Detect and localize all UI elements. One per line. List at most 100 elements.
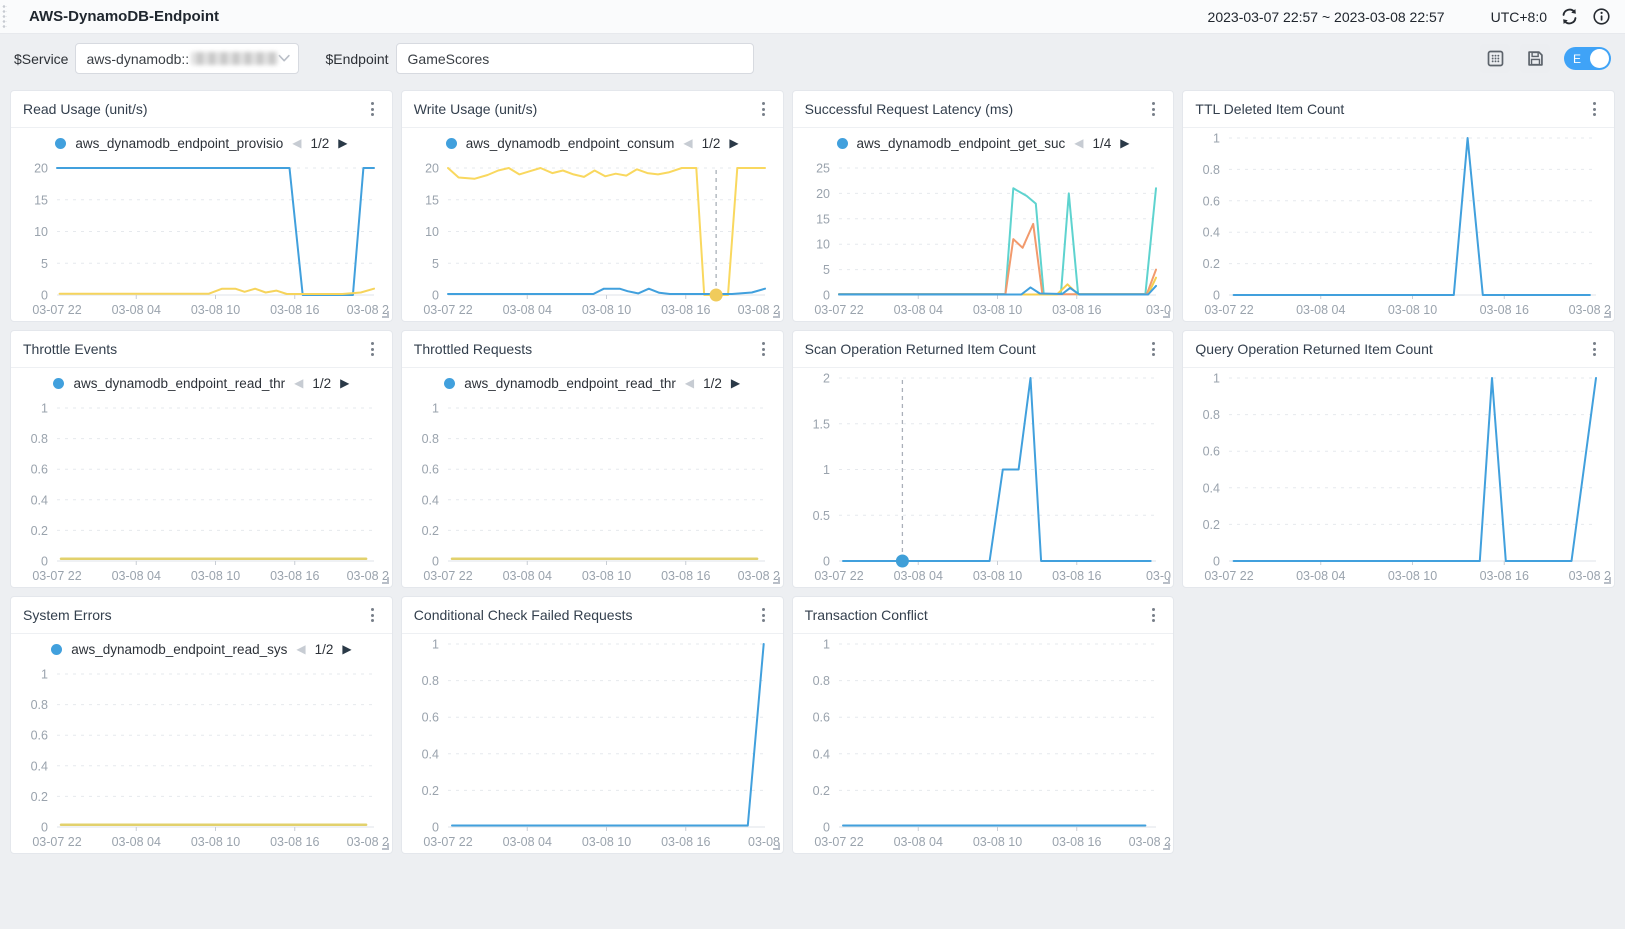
panel-resize-handle[interactable] — [1163, 843, 1170, 850]
series-line-ttl-blue — [1234, 138, 1590, 295]
panel-resize-handle[interactable] — [382, 843, 389, 850]
line-chart[interactable]: 00.20.40.60.8103-07 2203-08 0403-08 1003… — [1183, 368, 1614, 587]
panel-menu-button[interactable] — [756, 98, 771, 120]
panel-menu-button[interactable] — [1146, 604, 1161, 626]
panel-menu-button[interactable] — [1146, 338, 1161, 360]
x-axis-tick-label: 03-08 10 — [972, 835, 1021, 849]
panel-resize-handle[interactable] — [1604, 311, 1611, 318]
legend-prev-icon[interactable]: ◀ — [1074, 137, 1083, 149]
panel-resize-handle[interactable] — [1163, 577, 1170, 584]
x-axis-tick-label: 03-08 16 — [661, 303, 710, 317]
x-axis-tick-label: 03-08 16 — [1480, 569, 1529, 583]
legend-next-icon[interactable]: ▶ — [338, 137, 347, 149]
panel-resize-handle[interactable] — [773, 311, 780, 318]
series-color-dot — [55, 138, 66, 149]
chart-canvas[interactable]: 051015202503-07 2203-08 0403-08 1003-08 … — [793, 158, 1174, 321]
series-line-query-blue — [1234, 378, 1596, 561]
chart-canvas[interactable]: 00.20.40.60.8103-07 2203-08 0403-08 1003… — [11, 664, 392, 853]
panel-resize-handle[interactable] — [382, 577, 389, 584]
chart-canvas[interactable]: 00.20.40.60.8103-07 2203-08 0403-08 1003… — [1183, 128, 1614, 321]
y-axis-tick-label: 1.5 — [812, 417, 829, 431]
dotted-grid-icon — [1487, 50, 1504, 67]
legend-next-icon[interactable]: ▶ — [340, 377, 349, 389]
edit-toggle[interactable]: E — [1564, 47, 1611, 70]
y-axis-tick-label: 0.2 — [31, 524, 48, 538]
x-axis-tick-label: 03-08 04 — [502, 835, 551, 849]
panel-menu-button[interactable] — [1587, 338, 1602, 360]
chart-canvas[interactable]: 00.20.40.60.8103-07 2203-08 0403-08 1003… — [1183, 368, 1614, 587]
panel-resize-handle[interactable] — [1604, 577, 1611, 584]
time-range[interactable]: 2023-03-07 22:57 ~ 2023-03-08 22:57 — [1208, 9, 1445, 25]
y-axis-tick-label: 1 — [41, 402, 48, 416]
panel-menu-button[interactable] — [1587, 98, 1602, 120]
chart-canvas[interactable]: 00.20.40.60.8103-07 2203-08 0403-08 1003… — [11, 398, 392, 587]
x-axis-tick-label: 03-08 04 — [1296, 569, 1345, 583]
chart-canvas[interactable]: 0510152003-07 2203-08 0403-08 1003-08 16… — [11, 158, 392, 321]
chart-panel: Conditional Check Failed Requests 00.20.… — [401, 596, 784, 854]
table-view-button[interactable] — [1480, 44, 1510, 73]
info-icon[interactable] — [1592, 7, 1611, 26]
chart-canvas[interactable]: 00.20.40.60.8103-07 2203-08 0403-08 1003… — [793, 634, 1174, 853]
legend-next-icon[interactable]: ▶ — [342, 643, 351, 655]
x-axis-tick-label: 03-08 10 — [582, 835, 631, 849]
save-button[interactable] — [1520, 44, 1550, 73]
line-chart[interactable]: 0510152003-07 2203-08 0403-08 1003-08 16… — [11, 158, 392, 321]
panel-menu-button[interactable] — [365, 338, 380, 360]
panel-menu-button[interactable] — [365, 604, 380, 626]
timezone[interactable]: UTC+8:0 — [1491, 9, 1547, 25]
panel-title: Successful Request Latency (ms) — [805, 101, 1014, 117]
legend-next-icon[interactable]: ▶ — [1120, 137, 1129, 149]
x-axis-tick-label: 03-08 16 — [1052, 835, 1101, 849]
line-chart[interactable]: 00.20.40.60.8103-07 2203-08 0403-08 1003… — [1183, 128, 1614, 321]
service-select[interactable]: aws-dynamodb:: — [75, 43, 299, 74]
series-color-dot — [837, 138, 848, 149]
legend-prev-icon[interactable]: ◀ — [685, 377, 694, 389]
line-chart[interactable]: 00.20.40.60.8103-07 2203-08 0403-08 1003… — [793, 634, 1174, 853]
line-chart[interactable]: 00.20.40.60.8103-07 2203-08 0403-08 1003… — [11, 398, 392, 587]
chart-canvas[interactable]: 0510152003-07 2203-08 0403-08 1003-08 16… — [402, 158, 783, 321]
line-chart[interactable]: 00.20.40.60.8103-07 2203-08 0403-08 1003… — [402, 634, 783, 853]
drag-handle[interactable] — [2, 4, 7, 30]
panel-menu-button[interactable] — [756, 338, 771, 360]
line-chart[interactable]: 00.20.40.60.8103-07 2203-08 0403-08 1003… — [402, 398, 783, 587]
legend-prev-icon[interactable]: ◀ — [294, 377, 303, 389]
refresh-icon[interactable] — [1560, 7, 1579, 26]
panel-resize-handle[interactable] — [773, 577, 780, 584]
legend-next-icon[interactable]: ▶ — [731, 377, 740, 389]
y-axis-tick-label: 0 — [41, 289, 48, 303]
x-axis-tick-label: 03-07 22 — [423, 569, 472, 583]
x-axis-tick-label: 03-07 22 — [32, 835, 81, 849]
series-label: aws_dynamodb_endpoint_get_suc — [857, 136, 1066, 151]
x-axis-tick-label: 03-08 16 — [270, 569, 319, 583]
panel-resize-handle[interactable] — [1163, 311, 1170, 318]
legend-prev-icon[interactable]: ◀ — [683, 137, 692, 149]
chart-canvas[interactable]: 00.511.5203-07 2203-08 0403-08 1003-08 1… — [793, 368, 1174, 587]
line-chart[interactable]: 0510152003-07 2203-08 0403-08 1003-08 16… — [402, 158, 783, 321]
chart-panel: Write Usage (unit/s) aws_dynamodb_endpoi… — [401, 90, 784, 322]
panel-resize-handle[interactable] — [382, 311, 389, 318]
panel-menu-button[interactable] — [756, 604, 771, 626]
x-axis-tick-label: 03-08 10 — [582, 569, 631, 583]
legend-prev-icon[interactable]: ◀ — [292, 137, 301, 149]
endpoint-input[interactable] — [396, 43, 754, 74]
legend-prev-icon[interactable]: ◀ — [296, 643, 305, 655]
line-chart[interactable]: 051015202503-07 2203-08 0403-08 1003-08 … — [793, 158, 1174, 321]
series-line-provisioned-blue — [57, 168, 374, 295]
y-axis-tick-label: 0.6 — [1203, 194, 1220, 208]
panel-resize-handle[interactable] — [773, 843, 780, 850]
panel-menu-button[interactable] — [1146, 98, 1161, 120]
line-chart[interactable]: 00.511.5203-07 2203-08 0403-08 1003-08 1… — [793, 368, 1174, 587]
chart-canvas[interactable]: 00.20.40.60.8103-07 2203-08 0403-08 1003… — [402, 634, 783, 853]
line-chart[interactable]: 00.20.40.60.8103-07 2203-08 0403-08 1003… — [11, 664, 392, 853]
chart-panel: System Errors aws_dynamodb_endpoint_read… — [10, 596, 393, 854]
y-axis-tick-label: 0.6 — [31, 463, 48, 477]
service-select-value: aws-dynamodb:: — [86, 51, 189, 67]
chart-canvas[interactable]: 00.20.40.60.8103-07 2203-08 0403-08 1003… — [402, 398, 783, 587]
x-axis-tick-label: 03-07 22 — [1205, 569, 1254, 583]
y-axis-tick-label: 0.2 — [1203, 518, 1220, 532]
hover-cursor-point — [709, 289, 722, 302]
panel-menu-button[interactable] — [365, 98, 380, 120]
legend-next-icon[interactable]: ▶ — [729, 137, 738, 149]
service-variable-label: $Service — [14, 51, 68, 67]
y-axis-tick-label: 0.8 — [1203, 163, 1220, 177]
